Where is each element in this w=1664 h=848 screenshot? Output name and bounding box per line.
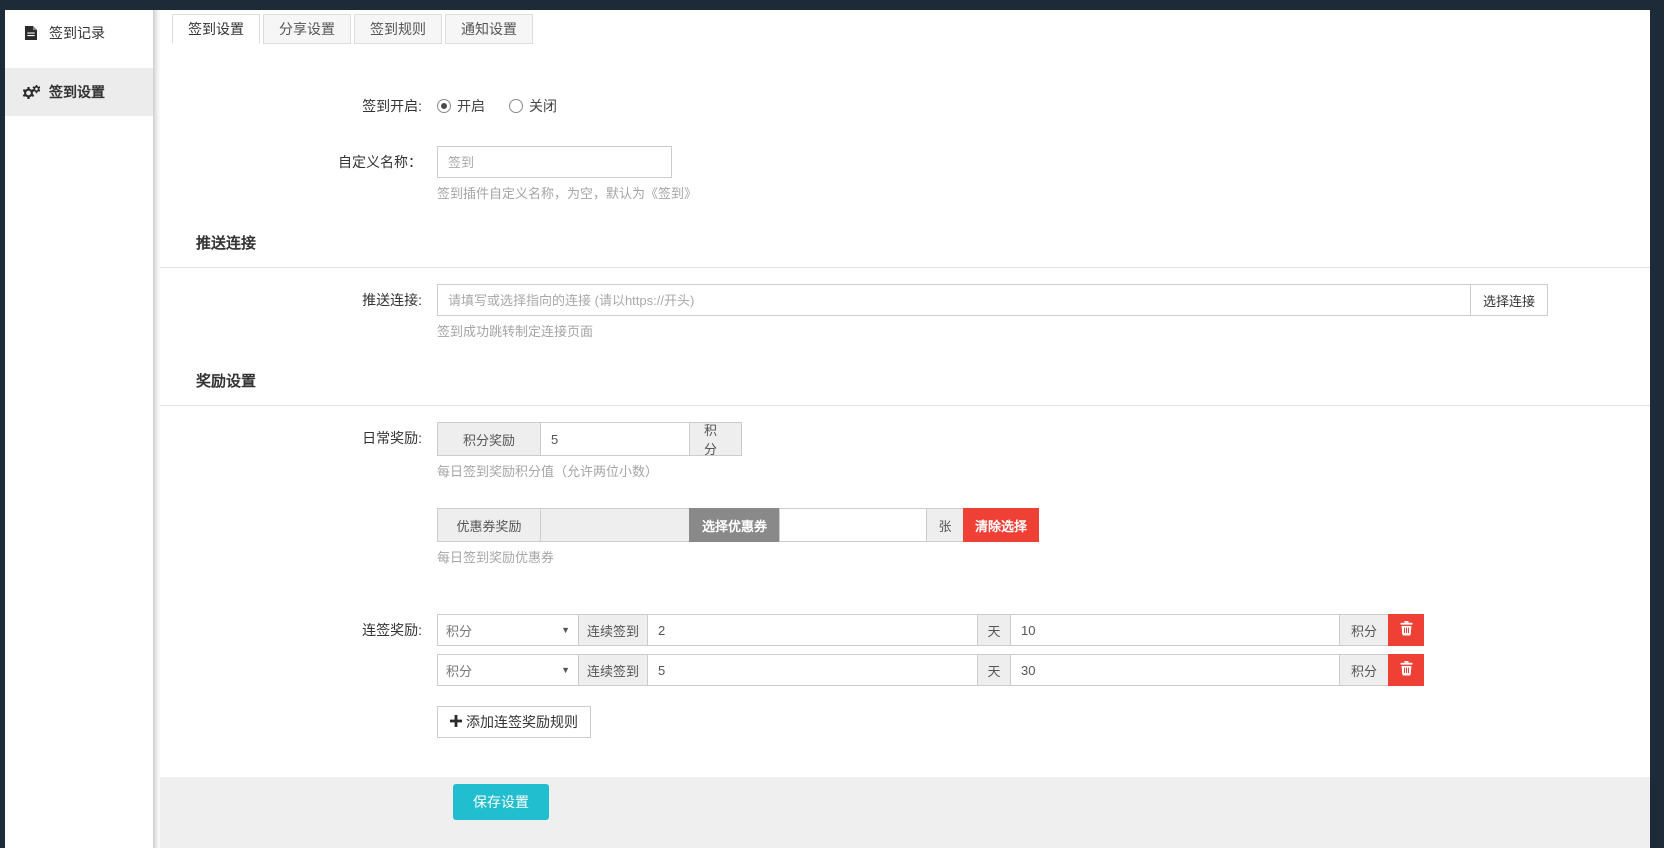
reward-type-value: 积分 — [446, 621, 472, 640]
tab-checkin-settings[interactable]: 签到设置 — [172, 14, 260, 44]
tab-checkin-rules[interactable]: 签到规则 — [354, 14, 442, 44]
reward-type-value: 积分 — [446, 661, 472, 680]
daily-reward-row: 日常奖励: 积分奖励 积分 每日签到奖励积分值（允许两位小数） — [160, 422, 1650, 480]
caret-down-icon: ▼ — [561, 665, 570, 675]
form-footer: 保存设置 — [160, 777, 1650, 848]
points-unit-addon: 积分 — [1339, 614, 1389, 646]
points-unit-addon: 积分 — [689, 422, 742, 456]
trash-icon — [1400, 661, 1413, 679]
push-link-help: 签到成功跳转制定连接页面 — [437, 321, 1650, 340]
add-streak-rule-button[interactable]: 添加连签奖励规则 — [437, 706, 591, 738]
daily-points-input[interactable] — [540, 422, 690, 456]
sidebar-item-label: 签到记录 — [49, 23, 105, 43]
delete-rule-button[interactable] — [1388, 614, 1424, 646]
pick-link-button[interactable]: 选择连接 — [1470, 284, 1548, 316]
sidebar: 签到记录 — [5, 10, 153, 848]
reward-type-select[interactable]: 积分 ▼ — [437, 614, 579, 646]
trash-icon — [1400, 621, 1413, 639]
tab-share-settings[interactable]: 分享设置 — [263, 14, 351, 44]
reward-type-select[interactable]: 积分 ▼ — [437, 654, 579, 686]
points-unit-addon: 积分 — [1339, 654, 1389, 686]
custom-name-input[interactable] — [437, 146, 672, 178]
radio-off[interactable] — [509, 99, 523, 113]
main-content: 签到设置 分享设置 签到规则 通知设置 签到开启: 开启 关闭 — [160, 10, 1650, 848]
push-link-group: 选择连接 — [437, 284, 1548, 316]
push-link-input[interactable] — [437, 284, 1471, 316]
plus-icon — [450, 714, 462, 730]
reward-section-title: 奖励设置 — [160, 370, 1650, 406]
add-streak-rule-label: 添加连签奖励规则 — [466, 712, 578, 732]
custom-name-row: 自定义名称： 签到插件自定义名称，为空，默认为《签到》 — [160, 146, 1650, 202]
tab-bar: 签到设置 分享设置 签到规则 通知设置 — [172, 14, 1650, 44]
points-reward-addon: 积分奖励 — [437, 422, 541, 456]
settings-form: 签到开启: 开启 关闭 自定义名称： 签到插件自定义名称，为空，默认为《签到》 — [160, 90, 1650, 738]
daily-reward-label: 日常奖励: — [160, 422, 437, 454]
daily-reward-help: 每日签到奖励积分值（允许两位小数） — [437, 461, 1650, 480]
caret-down-icon: ▼ — [561, 625, 570, 635]
streak-rule-row: 积分 ▼ 连续签到 天 积分 — [437, 614, 1424, 646]
sidebar-divider — [153, 10, 160, 848]
daily-reward-group: 积分奖励 积分 — [437, 422, 744, 456]
coupon-reward-help: 每日签到奖励优惠券 — [437, 547, 1650, 566]
streak-reward-row: 连签奖励: 积分 ▼ 连续签到 天 积分 — [160, 614, 1650, 738]
coupon-count-input[interactable] — [779, 508, 927, 542]
streak-reward-label: 连签奖励: — [160, 614, 437, 646]
radio-off-label[interactable]: 关闭 — [529, 96, 557, 116]
coupon-reward-group: 优惠券奖励 选择优惠券 张 清除选择 — [437, 508, 1044, 542]
streak-days-input[interactable] — [647, 614, 978, 646]
top-frame-bar — [0, 0, 1664, 10]
radio-on-label[interactable]: 开启 — [457, 96, 485, 116]
file-icon — [22, 26, 40, 40]
day-unit-addon: 天 — [977, 614, 1011, 646]
right-frame-edge — [1650, 10, 1664, 848]
sidebar-item-checkin-settings[interactable]: 签到设置 — [5, 68, 153, 116]
push-link-label: 推送连接: — [160, 284, 437, 316]
gears-icon — [22, 85, 40, 100]
coupon-reward-row: 优惠券奖励 选择优惠券 张 清除选择 每日签到奖励优惠券 — [160, 508, 1650, 566]
sidebar-item-label: 签到设置 — [49, 82, 105, 102]
app-window: 签到记录 — [0, 0, 1664, 848]
sidebar-item-checkin-records[interactable]: 签到记录 — [5, 12, 153, 54]
streak-days-input[interactable] — [647, 654, 978, 686]
streak-rule-row: 积分 ▼ 连续签到 天 积分 — [437, 654, 1424, 686]
push-link-row: 推送连接: 选择连接 签到成功跳转制定连接页面 — [160, 284, 1650, 340]
day-unit-addon: 天 — [977, 654, 1011, 686]
custom-name-help: 签到插件自定义名称，为空，默认为《签到》 — [437, 183, 1650, 202]
coupon-name-input — [540, 508, 690, 542]
push-section-title: 推送连接 — [160, 232, 1650, 268]
enable-radio-group: 开启 关闭 — [437, 90, 1650, 122]
enable-label: 签到开启: — [160, 90, 437, 122]
streak-amount-input[interactable] — [1010, 614, 1340, 646]
custom-name-label: 自定义名称： — [160, 146, 437, 178]
delete-rule-button[interactable] — [1388, 654, 1424, 686]
clear-coupon-button[interactable]: 清除选择 — [963, 508, 1039, 542]
coupon-reward-addon: 优惠券奖励 — [437, 508, 541, 542]
enable-row: 签到开启: 开启 关闭 — [160, 90, 1650, 122]
streak-amount-input[interactable] — [1010, 654, 1340, 686]
continuous-checkin-addon: 连续签到 — [578, 614, 648, 646]
tab-notify-settings[interactable]: 通知设置 — [445, 14, 533, 44]
save-settings-button[interactable]: 保存设置 — [453, 784, 549, 820]
select-coupon-button[interactable]: 选择优惠券 — [689, 508, 780, 542]
radio-on[interactable] — [437, 99, 451, 113]
continuous-checkin-addon: 连续签到 — [578, 654, 648, 686]
coupon-unit-addon: 张 — [926, 508, 964, 542]
